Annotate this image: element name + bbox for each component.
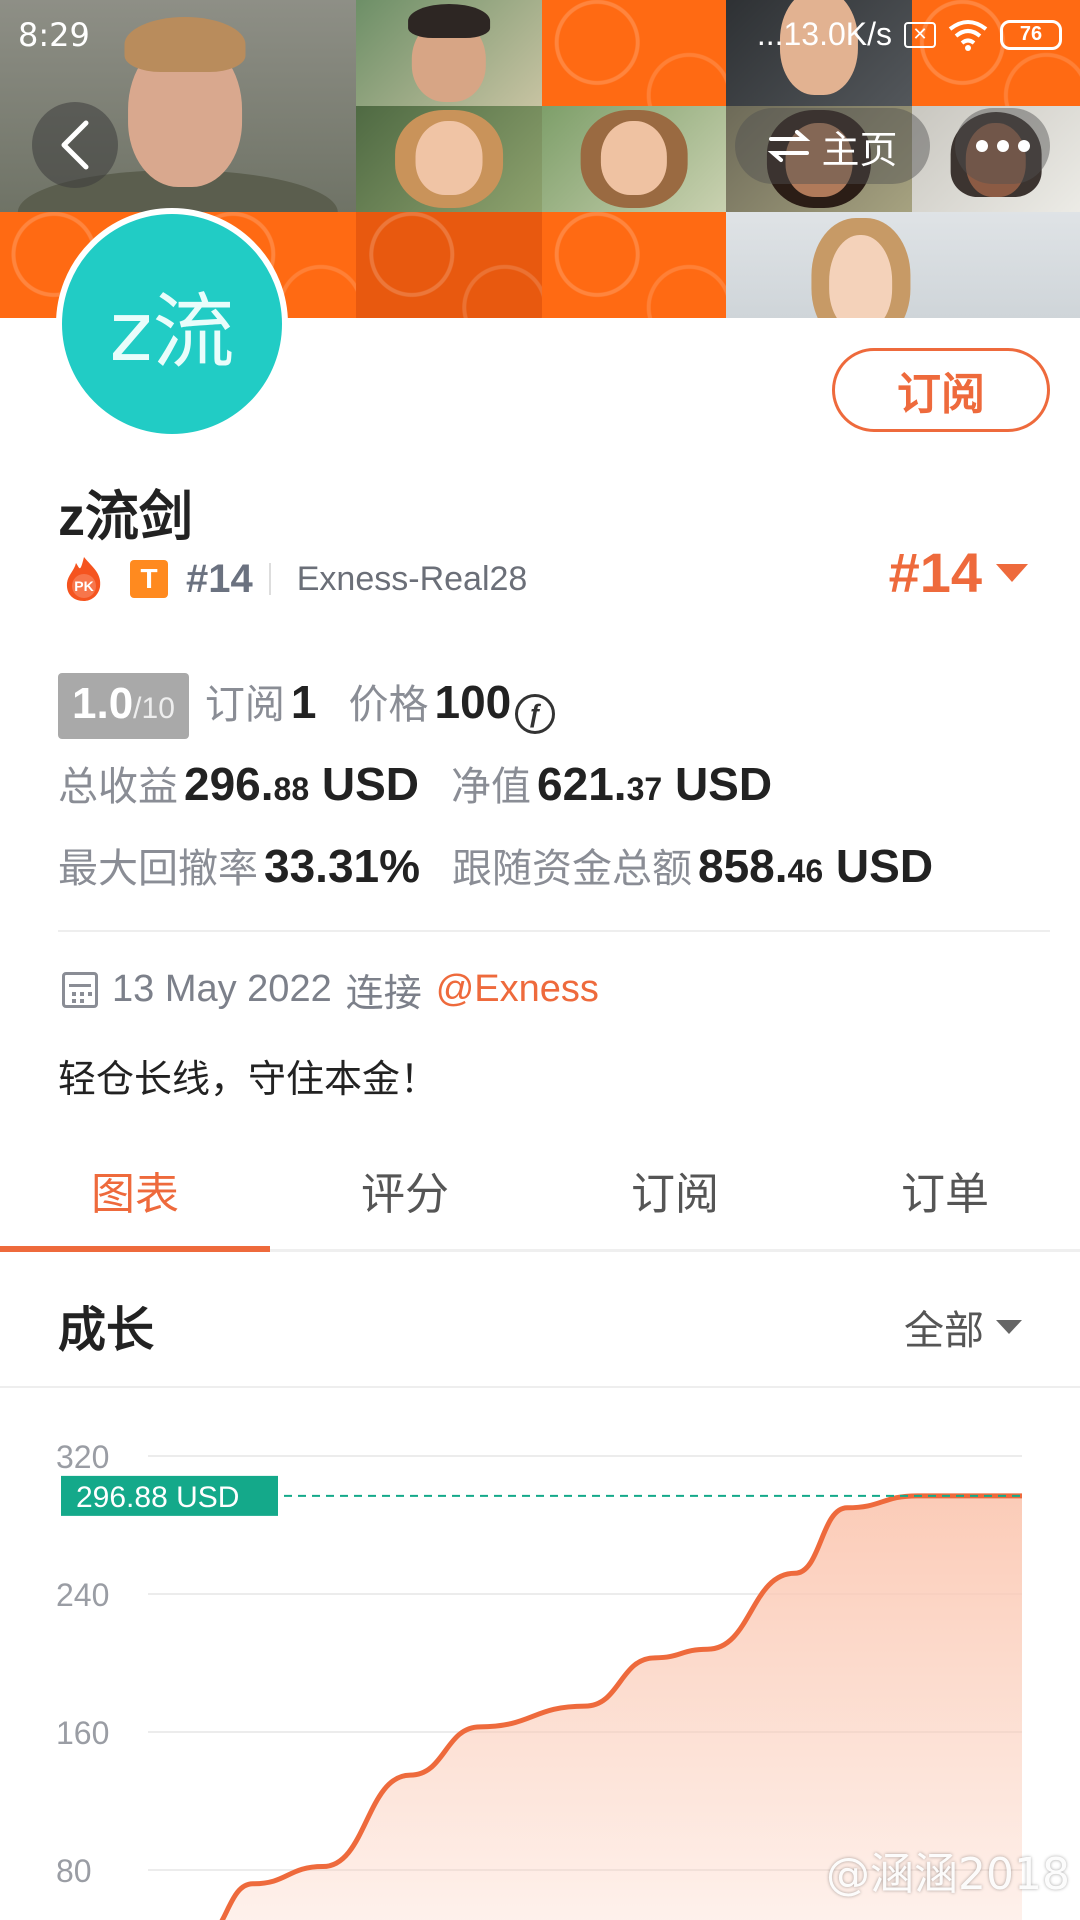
more-dots-icon (975, 140, 1030, 152)
avatar-text: z流 (109, 284, 235, 380)
connection-info: 13 May 2022 连接 @Exness (62, 962, 599, 1017)
profile-tabs: 图表 评分 订阅 订单 (0, 1148, 1080, 1252)
wifi-icon (948, 19, 988, 51)
total-profit-label: 总收益 (58, 765, 178, 809)
range-selector[interactable]: 全部 (904, 1298, 1022, 1356)
tab-subscriptions[interactable]: 订阅 (540, 1148, 810, 1249)
meta-divider (268, 563, 271, 595)
trader-name: z流剑 (58, 487, 193, 547)
cover-tile (542, 212, 726, 318)
more-options-button[interactable] (955, 108, 1050, 184)
subscribers-value: 1 (290, 676, 317, 728)
net-value-value: 621.37 USD (537, 758, 773, 810)
trader-meta: PK T #14 Exness-Real28 (62, 548, 527, 610)
score-value: 1.0 (72, 679, 134, 728)
f-coin-icon: ƒ (515, 693, 556, 734)
trader-level-badge: T (130, 560, 168, 598)
chevron-left-icon (61, 120, 89, 170)
follow-funds-label: 跟随资金总额 (452, 847, 693, 891)
range-label: 全部 (904, 1309, 984, 1353)
broker-link[interactable]: @Exness (436, 968, 599, 1011)
y-tick-label: 160 (56, 1715, 109, 1751)
swap-icon (768, 130, 811, 162)
network-speed: ...13.0K/s (756, 16, 892, 52)
watermark: @涵涵2018 (826, 1849, 1070, 1900)
no-sim-icon: ✕ (904, 21, 936, 48)
tab-chart[interactable]: 图表 (0, 1148, 270, 1252)
cover-tile (356, 212, 542, 318)
svg-text:PK: PK (74, 578, 93, 594)
max-drawdown-value: 33.31% (264, 840, 421, 892)
subscribe-button[interactable]: 订阅 (832, 348, 1050, 432)
caret-down-icon (996, 563, 1028, 582)
calendar-icon (62, 971, 98, 1008)
y-tick-label: 240 (56, 1577, 109, 1613)
growth-header: 成长 全部 (0, 1252, 1080, 1388)
back-button[interactable] (32, 102, 118, 188)
home-button[interactable]: 主页 (735, 108, 930, 184)
trader-bio: 轻仓长线，守住本金！ (58, 1059, 439, 1101)
tab-orders[interactable]: 订单 (810, 1148, 1080, 1249)
total-profit-value: 296.88 USD (184, 758, 420, 810)
cover-photo (356, 106, 542, 212)
tab-rating[interactable]: 评分 (270, 1148, 540, 1249)
battery-icon: 76 (1000, 19, 1062, 50)
pk-flame-icon: PK (62, 555, 106, 603)
max-drawdown-label: 最大回撤率 (58, 847, 258, 891)
avatar[interactable]: z流 (56, 208, 288, 440)
net-value-label: 净值 (451, 765, 532, 809)
caret-down-icon (996, 1320, 1022, 1334)
status-time: 8:29 (18, 16, 90, 54)
connection-text: 连接 (345, 973, 422, 1015)
y-tick-label: 320 (56, 1439, 109, 1475)
cover-photo (726, 212, 1080, 318)
price-value: 100 (434, 676, 512, 728)
score-badge: 1.0 /10 (58, 673, 189, 739)
price-label: 价格 (348, 683, 429, 727)
follow-funds-value: 858.46 USD (698, 840, 934, 892)
rank-small: #14 (186, 556, 253, 601)
score-max: /10 (133, 692, 175, 725)
home-label: 主页 (821, 129, 898, 172)
current-value-label: 296.88 USD (76, 1481, 239, 1514)
status-bar: 8:29 ...13.0K/s ✕ 76 (0, 0, 1080, 72)
growth-title: 成长 (58, 1304, 155, 1357)
cover-photo (542, 106, 726, 212)
section-divider (58, 930, 1050, 932)
server-name: Exness-Real28 (296, 559, 528, 598)
rank-selector[interactable]: #14 (889, 540, 1028, 605)
stats-panel: 1.0 /10 订阅 1 价格 100 ƒ 总收益 296.88 USD 净值 … (58, 672, 1048, 918)
y-tick-label: 80 (56, 1853, 92, 1889)
rank-big-label: #14 (888, 541, 982, 604)
subscribers-label: 订阅 (204, 683, 285, 727)
connection-date: 13 May 2022 (112, 968, 332, 1010)
